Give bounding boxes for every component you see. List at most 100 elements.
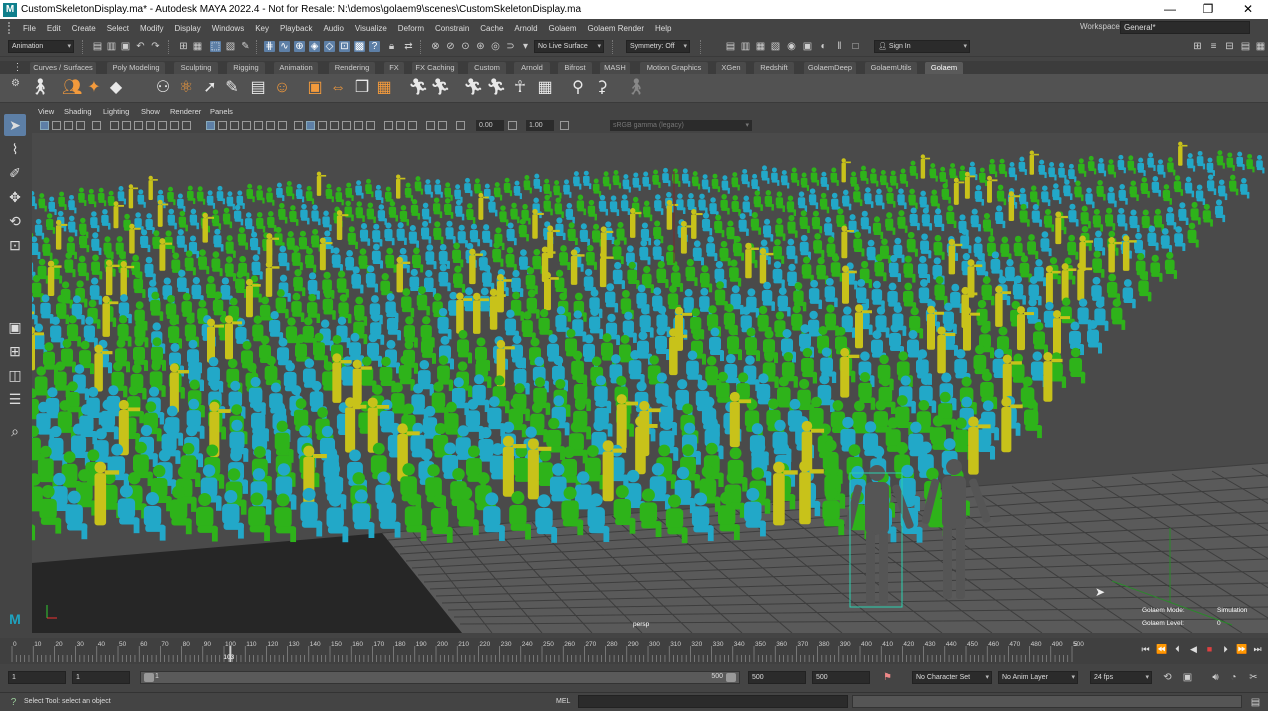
golaem-behavior-icon[interactable]: ⚛ — [176, 78, 196, 98]
golaem-export-icon[interactable]: ▦ — [374, 78, 394, 98]
panel-menu-shading[interactable]: Shading — [64, 107, 92, 116]
menu-create[interactable]: Create — [67, 24, 102, 33]
motion-blur-icon[interactable] — [318, 121, 327, 130]
golaem-navigation-icon[interactable]: ➚ — [200, 78, 220, 98]
golaem-locomotion-icon[interactable]: ✎ — [222, 78, 242, 98]
menu-constrain[interactable]: Constrain — [430, 24, 475, 33]
attribute-editor-icon[interactable]: ≡ — [1208, 41, 1219, 52]
shelf-tab-rigging[interactable]: Rigging — [227, 62, 265, 74]
render-icon[interactable]: ▤ — [725, 41, 736, 52]
select-hierarchy-icon[interactable]: ⊞ — [178, 41, 189, 52]
bookmark-icon[interactable] — [64, 121, 73, 130]
menu-arnold[interactable]: Arnold — [509, 24, 543, 33]
xray-icon[interactable] — [342, 121, 351, 130]
search-icon[interactable]: ⌕ — [4, 420, 26, 442]
shelf-tab-rendering[interactable]: Rendering — [329, 62, 375, 74]
sign-in-select[interactable]: 👤︎ Sign In — [874, 40, 970, 53]
redo-icon[interactable]: ↷ — [150, 41, 161, 52]
lasso-icon[interactable]: ✎ — [240, 41, 251, 52]
safe-title-icon[interactable] — [170, 121, 179, 130]
image-plane-icon[interactable] — [76, 121, 85, 130]
snap-plane-icon[interactable]: ▩ — [354, 41, 365, 52]
persp-outliner-icon[interactable]: ◫ — [4, 364, 26, 386]
xray-joints-icon[interactable] — [354, 121, 363, 130]
shelf-settings-icon[interactable]: ⚙ — [10, 78, 21, 89]
menu-file[interactable]: File — [18, 24, 42, 33]
golaem-skeleton-icon[interactable]: ☥ — [510, 78, 530, 98]
history-icon[interactable]: ? — [369, 41, 380, 52]
smooth-shade-icon[interactable] — [230, 121, 239, 130]
golaem-cube-icon[interactable]: ❒ — [352, 78, 372, 98]
shelf-tab-poly-modeling[interactable]: Poly Modeling — [107, 62, 165, 74]
shelf-menu-icon[interactable]: ⋮ — [12, 62, 23, 73]
panel-menu-panels[interactable]: Panels — [210, 107, 233, 116]
shelf-tab-animation[interactable]: Animation — [274, 62, 318, 74]
minimize-button[interactable]: — — [1150, 0, 1190, 19]
live-surface-field[interactable]: No Live Surface — [534, 40, 604, 53]
four-view-icon[interactable]: ⊞ — [4, 340, 26, 362]
select-tool-icon[interactable]: ➤ — [4, 114, 26, 136]
camera-select-icon[interactable] — [40, 121, 49, 130]
rotate-tool-icon[interactable]: ⟲ — [4, 210, 26, 232]
isolate-select-icon[interactable] — [384, 121, 393, 130]
menu-audio[interactable]: Audio — [318, 24, 349, 33]
workspace-select[interactable]: General* — [1120, 21, 1250, 34]
golaem-layout-icon[interactable]: ▤ — [248, 78, 268, 98]
menu-deform[interactable]: Deform — [393, 24, 430, 33]
golaem-population-icon[interactable]: 👥︎ — [62, 78, 82, 98]
textured-icon[interactable] — [254, 121, 263, 130]
lock-icon[interactable]: 🔒︎ — [386, 41, 397, 52]
menu-playback[interactable]: Playback — [275, 24, 318, 33]
render-region-icon[interactable]: ▦ — [755, 41, 766, 52]
symmetry-select[interactable]: Symmetry: Off — [626, 40, 690, 53]
safe-action-icon[interactable] — [158, 121, 167, 130]
panel-menu-lighting[interactable]: Lighting — [103, 107, 129, 116]
render-globals-icon[interactable]: ◉ — [786, 41, 797, 52]
golaem-entity-icon[interactable]: ☺ — [272, 78, 292, 98]
open-scene-icon[interactable]: ▥ — [106, 41, 117, 52]
color-space-select[interactable]: sRGB gamma (legacy) ▾ — [610, 120, 752, 131]
select-component-icon[interactable]: ⬚ — [210, 41, 221, 52]
save-scene-icon[interactable]: ▣ — [120, 41, 131, 52]
snap-point-icon[interactable]: ⊕ — [294, 41, 305, 52]
move-tool-icon[interactable]: ✥ — [4, 186, 26, 208]
wireframe-icon[interactable] — [218, 121, 227, 130]
golaem-crowd-field-icon[interactable]: ⚇ — [153, 78, 173, 98]
shelf-tab-fx[interactable]: FX — [384, 62, 404, 74]
modeling-toolkit-icon[interactable]: ⊞ — [1192, 41, 1203, 52]
golaem-terrain-icon[interactable]: ◆ — [106, 78, 126, 98]
shelf-tab-arnold[interactable]: Arnold — [514, 62, 550, 74]
magnet-icon[interactable]: ⊃ — [505, 41, 516, 52]
scale-tool-icon[interactable]: ⊡ — [4, 234, 26, 256]
hypershade-icon[interactable]: ◎ — [490, 41, 501, 52]
menu-help[interactable]: Help — [650, 24, 677, 33]
exposure-field[interactable]: 0.00 — [476, 120, 504, 131]
gate-mask-icon[interactable] — [134, 121, 143, 130]
render-frame-icon[interactable]: ⊘ — [445, 41, 456, 52]
shelf-tab-golaem[interactable]: Golaem — [925, 62, 963, 74]
snap-grid-icon[interactable]: ⋕ — [264, 41, 275, 52]
shelf-tab-xgen[interactable]: XGen — [716, 62, 746, 74]
camera-attributes-icon[interactable] — [52, 121, 61, 130]
depth-of-field-icon[interactable] — [330, 121, 339, 130]
pan-zoom-icon[interactable] — [182, 121, 191, 130]
gamma-icon[interactable] — [508, 121, 517, 130]
menu-display[interactable]: Display — [170, 24, 207, 33]
maximize-button[interactable]: ❐ — [1188, 0, 1228, 19]
channel-box-icon[interactable]: ▤ — [1240, 41, 1251, 52]
render-sequence-icon[interactable]: ▥ — [740, 41, 751, 52]
render-settings-icon[interactable]: ⊛ — [475, 41, 486, 52]
golaem-motion-icon[interactable]: 🏃︎ — [463, 78, 483, 98]
hud-icon[interactable] — [396, 121, 405, 130]
menu-windows[interactable]: Windows — [207, 24, 250, 33]
stop-icon[interactable]: □ — [850, 41, 861, 52]
snap-surface-icon[interactable]: ◇ — [324, 41, 335, 52]
golaem-motion-map-icon[interactable]: 🏃︎ — [486, 78, 506, 98]
undo-icon[interactable]: ↶ — [135, 41, 146, 52]
golaem-playback-icon[interactable]: ⚲ — [568, 78, 588, 98]
menu-cache[interactable]: Cache — [475, 24, 509, 33]
display-render-icon[interactable]: ▣ — [802, 41, 813, 52]
color-manage-icon[interactable] — [438, 121, 447, 130]
menu-golaem-render[interactable]: Golaem Render — [583, 24, 650, 33]
panel-menu-renderer[interactable]: Renderer — [170, 107, 201, 116]
